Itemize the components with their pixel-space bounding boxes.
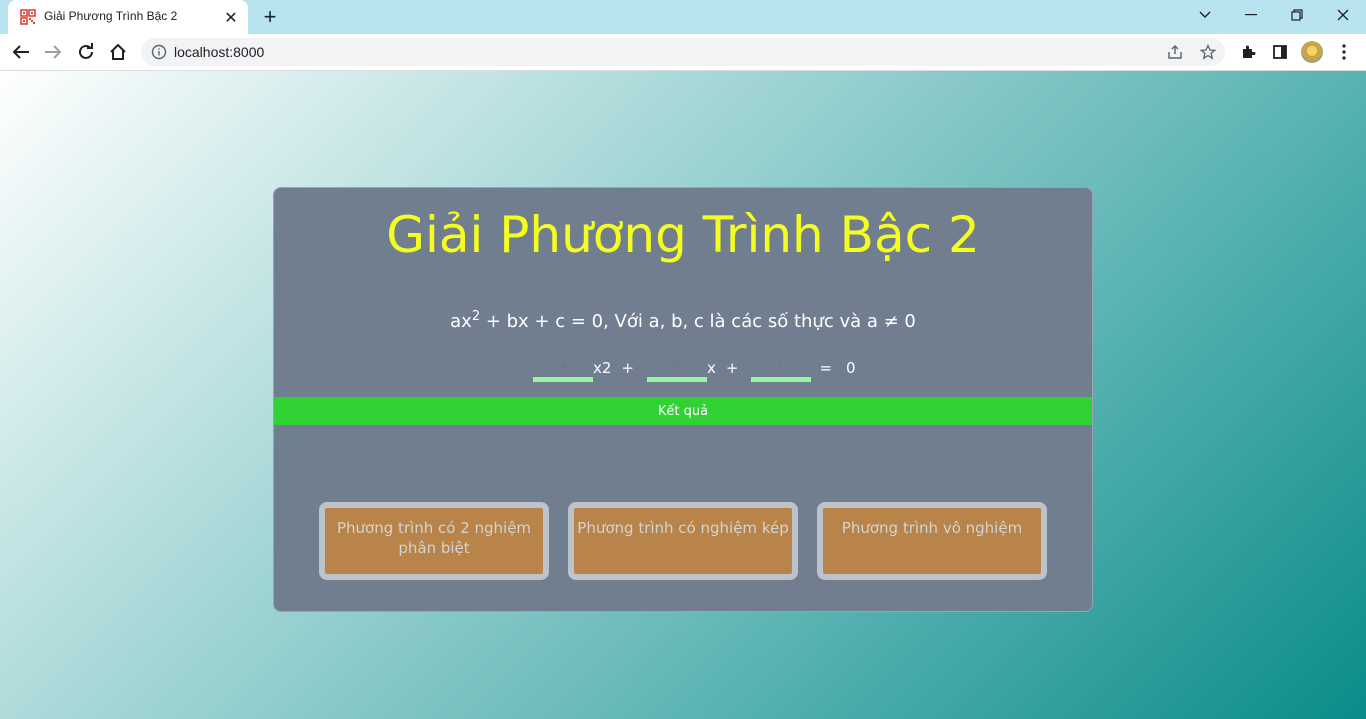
coefficient-inputs-row: x2 + x + = 0 xyxy=(533,354,856,382)
coefficient-a-input[interactable] xyxy=(533,354,593,382)
equation-prefix: ax xyxy=(450,311,472,332)
coefficient-b-input[interactable] xyxy=(647,354,707,382)
bookmark-star-icon[interactable] xyxy=(1198,42,1218,62)
coefficient-c-input[interactable] xyxy=(751,354,812,382)
address-bar[interactable]: localhost:8000 xyxy=(141,38,1225,66)
equals-sign: = xyxy=(819,359,833,377)
restore-button[interactable] xyxy=(1274,0,1320,30)
extensions-icon[interactable] xyxy=(1236,40,1260,64)
info-icon[interactable] xyxy=(151,44,167,60)
menu-kebab-icon[interactable] xyxy=(1332,40,1356,64)
share-icon[interactable] xyxy=(1165,42,1185,62)
page-background: Giải Phương Trình Bậc 2 ax2 + bx + c = 0… xyxy=(0,71,1366,719)
equation-exponent: 2 xyxy=(471,309,481,324)
x-label: x xyxy=(707,359,716,377)
result-button[interactable]: Kết quả xyxy=(274,397,1092,425)
close-window-button[interactable] xyxy=(1320,0,1366,30)
zero-value: 0 xyxy=(846,359,856,377)
minimize-button[interactable] xyxy=(1228,0,1274,30)
url-text: localhost:8000 xyxy=(174,44,265,60)
x2-label: x2 xyxy=(593,359,612,377)
browser-tab-strip: Giải Phương Trình Bậc 2 ✕ + xyxy=(0,0,1366,34)
home-icon[interactable] xyxy=(106,40,130,64)
reload-icon[interactable] xyxy=(74,40,98,64)
case-double-root-button[interactable]: Phương trình có nghiệm kép xyxy=(568,502,798,580)
side-panel-icon[interactable] xyxy=(1268,40,1292,64)
plus-sign-2: + xyxy=(725,359,739,377)
tab-search-chevron-icon[interactable] xyxy=(1182,0,1228,30)
page-title: Giải Phương Trình Bậc 2 xyxy=(386,206,980,264)
solver-card: Giải Phương Trình Bậc 2 ax2 + bx + c = 0… xyxy=(273,187,1093,612)
equation-suffix: + bx + c = 0, Với a, b, c là các số thực… xyxy=(480,311,916,332)
equation-description: ax2 + bx + c = 0, Với a, b, c là các số … xyxy=(274,309,1092,332)
profile-avatar[interactable] xyxy=(1301,41,1323,63)
browser-toolbar: localhost:8000 xyxy=(0,34,1366,71)
plus-sign-1: + xyxy=(621,359,634,377)
tab-title: Giải Phương Trình Bậc 2 xyxy=(44,9,178,23)
forward-icon[interactable] xyxy=(41,40,65,64)
new-tab-button[interactable]: + xyxy=(258,4,282,29)
case-no-root-button[interactable]: Phương trình vô nghiệm xyxy=(817,502,1047,580)
case-two-distinct-roots-button[interactable]: Phương trình có 2 nghiệm phân biệt xyxy=(319,502,549,580)
browser-tab[interactable]: Giải Phương Trình Bậc 2 ✕ xyxy=(8,0,248,34)
back-icon[interactable] xyxy=(9,40,33,64)
qr-favicon-icon xyxy=(20,9,36,25)
tab-close-icon[interactable]: ✕ xyxy=(222,8,240,27)
